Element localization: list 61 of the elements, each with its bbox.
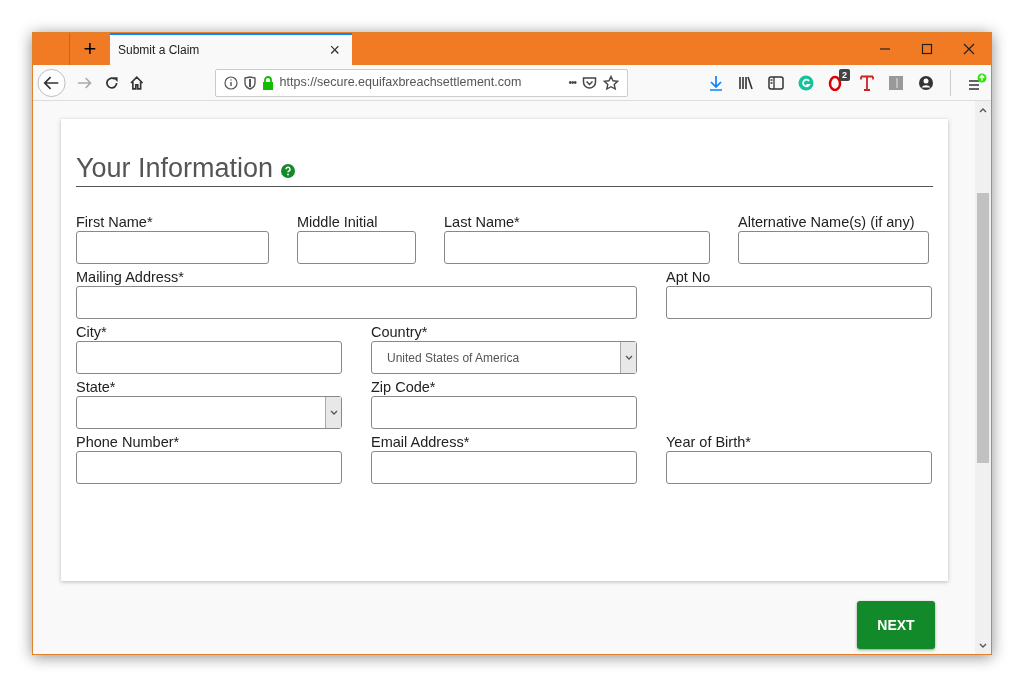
close-icon[interactable] xyxy=(963,43,975,55)
shield-icon[interactable] xyxy=(243,75,256,90)
input-field[interactable] xyxy=(297,231,416,264)
page-actions-button[interactable]: ••• xyxy=(568,75,576,90)
sidebar-icon[interactable] xyxy=(768,75,784,90)
input-field[interactable] xyxy=(371,451,637,484)
field-label: Country* xyxy=(371,323,429,341)
field-label: Mailing Address* xyxy=(76,268,185,286)
book-extension-icon[interactable] xyxy=(888,74,904,91)
chevron-down-icon xyxy=(329,410,338,415)
field-label: Phone Number* xyxy=(76,433,181,451)
input-field[interactable] xyxy=(666,286,932,319)
field-label: City* xyxy=(76,323,108,341)
field-label: First Name* xyxy=(76,213,154,231)
back-icon[interactable] xyxy=(37,67,67,98)
input-field[interactable] xyxy=(738,231,929,264)
field-label: Last Name* xyxy=(444,213,521,231)
field-label: Zip Code* xyxy=(371,378,437,396)
input-field[interactable] xyxy=(76,231,269,264)
menu-icon[interactable] xyxy=(967,72,987,93)
reload-icon[interactable] xyxy=(103,74,120,91)
input-field[interactable] xyxy=(666,451,932,484)
input-field[interactable] xyxy=(76,341,342,374)
home-icon[interactable] xyxy=(129,74,145,91)
input-field[interactable] xyxy=(76,451,342,484)
help-icon[interactable] xyxy=(281,164,296,178)
t-letter-extension-icon[interactable] xyxy=(860,74,874,91)
dropdown-field[interactable] xyxy=(76,396,342,429)
url-text: https://secure.equifaxbreachsettlement.com xyxy=(279,74,523,92)
field-label: Alternative Name(s) (if any) xyxy=(738,213,916,231)
section-heading: Your Information xyxy=(76,152,274,184)
scroll-up-icon[interactable] xyxy=(979,107,987,113)
close-tab-button[interactable]: × xyxy=(325,41,344,59)
scroll-down-icon[interactable] xyxy=(979,643,987,649)
lock-icon xyxy=(261,75,274,90)
field-label: Apt No xyxy=(666,268,712,286)
field-label: Middle Initial xyxy=(297,213,379,231)
maximize-icon[interactable] xyxy=(921,43,933,55)
o-letter-extension-icon[interactable] xyxy=(828,74,842,91)
browser-tab[interactable]: Submit a Claim × xyxy=(110,33,352,65)
field-label: Email Address* xyxy=(371,433,471,451)
input-field[interactable] xyxy=(444,231,710,264)
notification-badge: 2 xyxy=(839,68,850,81)
input-field[interactable] xyxy=(76,286,637,319)
grammar-extension-icon[interactable] xyxy=(798,74,814,91)
account-icon[interactable] xyxy=(918,74,934,91)
dropdown-field[interactable]: United States of America xyxy=(371,341,637,374)
scrollbar[interactable] xyxy=(975,101,991,654)
pocket-icon[interactable] xyxy=(582,75,597,90)
star-icon[interactable] xyxy=(603,74,619,91)
address-bar[interactable]: https://secure.equifaxbreachsettlement.com ••• xyxy=(214,68,628,97)
field-label: State* xyxy=(76,378,117,396)
input-field[interactable] xyxy=(371,396,637,429)
download-icon[interactable] xyxy=(708,74,724,91)
new-tab-button[interactable]: + xyxy=(70,33,110,65)
field-label: Year of Birth* xyxy=(666,433,752,451)
next-button[interactable]: NEXT xyxy=(857,601,935,649)
chevron-down-icon xyxy=(624,355,633,360)
info-icon[interactable] xyxy=(223,75,238,90)
tab-title: Submit a Claim xyxy=(118,42,201,59)
library-icon[interactable] xyxy=(738,75,754,90)
